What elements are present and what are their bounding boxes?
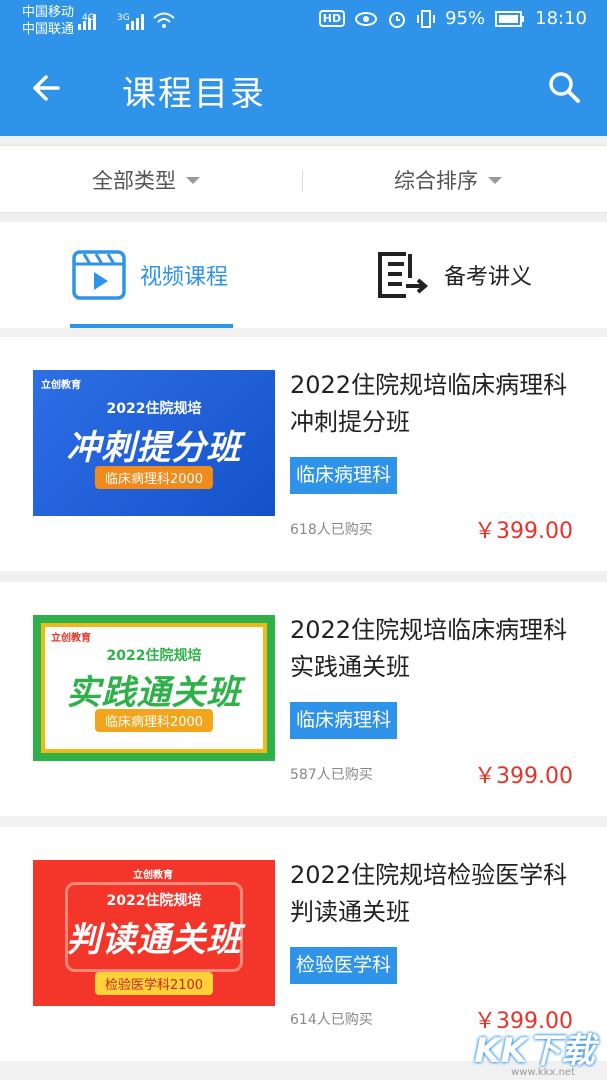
tab-bar: 视频课程 备考讲义 <box>0 222 607 328</box>
sort-filter-dropdown[interactable]: 综合排序 <box>394 146 502 214</box>
course-card[interactable]: 立创教育 2022住院规培 实践通关班 临床病理科2000 2022住院规培临床… <box>0 582 607 816</box>
thumb-headline: 冲刺提分班 <box>66 428 242 468</box>
buyer-count: 618人已购买 <box>290 522 373 538</box>
status-bar: 中国移动 中国联通 4G 3G HD 95% 18:10 <box>0 0 607 44</box>
course-price: ￥399.00 <box>474 519 573 544</box>
video-icon <box>72 250 126 300</box>
course-thumbnail: 立创教育 2022住院规培 判读通关班 检验医学科2100 <box>33 860 275 1006</box>
carrier-1: 中国移动 <box>22 5 75 20</box>
carrier-2: 中国联通 <box>22 22 75 37</box>
carrier-info: 中国移动 中国联通 4G 3G <box>22 4 130 38</box>
thumb-year: 2022住院规培 <box>106 648 202 664</box>
thumb-headline: 判读通关班 <box>66 920 242 960</box>
filter-divider <box>302 170 303 192</box>
watermark-url: www.kkx.net <box>511 1067 575 1078</box>
signal-icon <box>78 14 96 30</box>
search-icon[interactable] <box>545 68 585 108</box>
course-title: 2022住院规培检验医学科判读通关班 <box>290 861 568 926</box>
active-tab-indicator <box>70 324 233 328</box>
thumb-year: 2022住院规培 <box>106 401 202 417</box>
watermark-logo: KK下载 <box>474 1031 595 1071</box>
type-filter-label: 全部类型 <box>92 169 176 193</box>
buyer-count: 614人已购买 <box>290 1012 373 1028</box>
course-price: ￥399.00 <box>474 764 573 789</box>
tab-video-label: 视频课程 <box>140 265 229 290</box>
course-tag: 临床病理科 <box>290 702 398 739</box>
brand-logo-text: 立创教育 <box>133 870 173 881</box>
tab-handouts[interactable]: 备考讲义 <box>376 222 532 328</box>
eye-icon <box>355 11 378 26</box>
course-thumbnail: 立创教育 2022住院规培 冲刺提分班 临床病理科2000 <box>33 370 275 516</box>
thumb-headline: 实践通关班 <box>66 673 242 713</box>
thumb-year: 2022住院规培 <box>106 893 202 909</box>
course-title: 2022住院规培临床病理科冲刺提分班 <box>290 371 568 436</box>
thumb-chip: 临床病理科2000 <box>94 709 214 732</box>
back-arrow-icon[interactable] <box>28 68 68 108</box>
vibrate-icon <box>417 9 436 28</box>
app-bar: 课程目录 <box>0 44 607 136</box>
course-card[interactable]: 立创教育 2022住院规培 冲刺提分班 临床病理科2000 2022住院规培临床… <box>0 337 607 571</box>
signal-icon-2 <box>126 14 144 30</box>
hd-icon: HD <box>318 10 346 27</box>
tab-video-courses[interactable]: 视频课程 <box>72 222 228 328</box>
document-icon <box>378 252 429 298</box>
type-filter-dropdown[interactable]: 全部类型 <box>92 146 200 214</box>
brand-logo-text: 立创教育 <box>51 633 91 644</box>
alarm-icon <box>389 11 406 28</box>
page-title: 课程目录 <box>122 74 266 114</box>
caret-down-icon <box>488 176 502 184</box>
clock: 18:10 <box>535 8 587 29</box>
caret-down-icon <box>186 176 200 184</box>
battery-icon <box>495 10 525 27</box>
filter-bar: 全部类型 综合排序 <box>0 145 607 213</box>
course-tag: 检验医学科 <box>290 947 398 984</box>
wifi-icon <box>153 12 175 28</box>
status-right: HD 95% 18:10 <box>318 8 587 29</box>
course-thumbnail: 立创教育 2022住院规培 实践通关班 临床病理科2000 <box>33 615 275 761</box>
course-title: 2022住院规培临床病理科实践通关班 <box>290 616 568 681</box>
buyer-count: 587人已购买 <box>290 767 373 783</box>
thumb-chip: 检验医学科2100 <box>94 972 214 995</box>
tab-handouts-label: 备考讲义 <box>444 265 533 290</box>
battery-percent: 95% <box>445 8 486 29</box>
thumb-chip: 临床病理科2000 <box>94 466 214 489</box>
brand-logo-text: 立创教育 <box>41 380 81 391</box>
course-tag: 临床病理科 <box>290 457 398 494</box>
sort-filter-label: 综合排序 <box>394 169 478 193</box>
